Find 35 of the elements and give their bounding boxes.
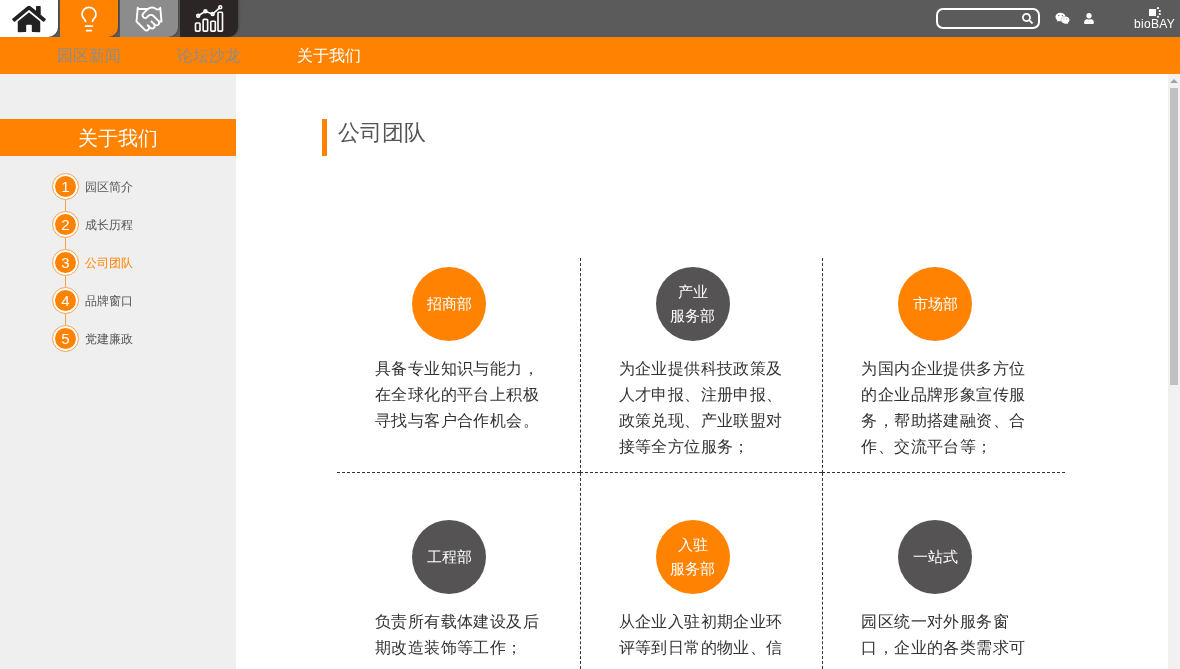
step-number: 2	[52, 211, 79, 238]
step-number: 4	[52, 287, 79, 314]
department-badge: 入驻 服务部	[655, 520, 730, 594]
sidebar-link[interactable]: 园区简介	[85, 178, 133, 195]
sidebar-header: 关于我们	[0, 119, 236, 156]
department-description: 为企业提供科技政策及 人才申报、注册申报、 政策兑现、产业联盟对 接等全方位服务；	[618, 359, 783, 457]
department-description: 从企业入驻初期企业环 评等到日常的物业、信	[618, 612, 783, 658]
sidebar-link[interactable]: 党建廉政	[85, 330, 133, 347]
step-number: 5	[52, 325, 79, 352]
sidebar-link[interactable]: 品牌窗口	[85, 292, 133, 309]
search-icon[interactable]	[1022, 13, 1034, 24]
department-description: 园区统一对外服务窗 口，企业的各类需求可	[861, 612, 1026, 658]
logo-icon	[1148, 6, 1161, 18]
scrollbar-thumb[interactable]	[1170, 88, 1178, 385]
house-icon	[12, 3, 46, 34]
top-tab[interactable]	[180, 0, 238, 37]
department-badge: 产业 服务部	[655, 267, 730, 341]
department-badge: 招商部	[412, 267, 486, 341]
department-badge: 一站式	[898, 520, 973, 594]
top-tab[interactable]	[0, 0, 58, 37]
department-description: 为国内企业提供多方位 的企业品牌形象宣传服 务，帮助搭建融资、合 作、交流平台等；	[861, 359, 1026, 457]
section-title: 公司团队	[338, 119, 426, 147]
department-badge: 工程部	[412, 520, 486, 594]
title-accent-bar	[322, 119, 327, 156]
step-number: 3	[52, 249, 79, 276]
step-number: 1	[52, 173, 79, 200]
sidebar-link[interactable]: 成长历程	[85, 216, 133, 233]
department-description: 负责所有载体建设及后 期改造装饰等工作；	[375, 612, 539, 658]
department-badge: 市场部	[898, 267, 973, 341]
department-description: 具备专业知识与能力， 在全球化的平台上积极 寻找与客户合作机会。	[375, 359, 539, 431]
chat-bubbles-icon[interactable]	[1055, 12, 1071, 25]
bar-chart-icon	[194, 5, 224, 32]
user-icon[interactable]	[1084, 13, 1095, 24]
logo-text: bioBAY	[1134, 17, 1175, 31]
search-field[interactable]	[936, 8, 1041, 29]
